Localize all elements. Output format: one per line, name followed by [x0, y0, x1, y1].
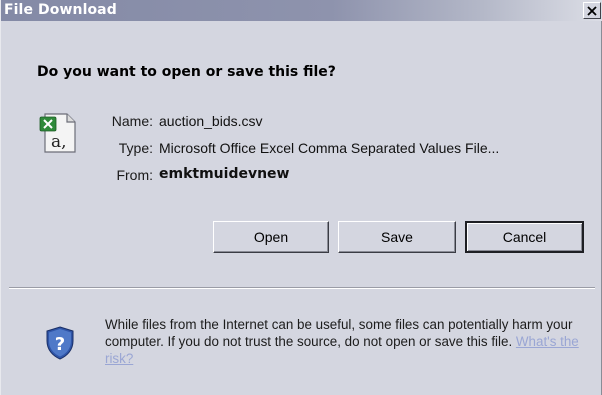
- type-label: Type:: [118, 140, 153, 156]
- divider: [9, 287, 595, 289]
- warning-message: While files from the Internet can be use…: [105, 317, 573, 349]
- excel-csv-file-icon: a,: [39, 113, 76, 153]
- close-icon: [587, 5, 597, 16]
- title-bar[interactable]: File Download: [1, 0, 602, 21]
- dialog-title: File Download: [4, 2, 117, 18]
- security-shield-icon: ?: [46, 326, 74, 360]
- file-source-value: emktmuidevnew: [159, 166, 290, 182]
- cancel-button[interactable]: Cancel: [465, 221, 584, 253]
- save-button[interactable]: Save: [338, 221, 456, 253]
- file-download-dialog: File Download Do you want to open or sav…: [0, 0, 602, 395]
- file-type-value: Microsoft Office Excel Comma Separated V…: [159, 140, 500, 156]
- svg-text:?: ?: [55, 334, 65, 355]
- from-label: From:: [116, 167, 153, 183]
- dialog-question: Do you want to open or save this file?: [37, 64, 336, 80]
- svg-text:a,: a,: [51, 132, 67, 152]
- close-button[interactable]: [583, 2, 601, 19]
- file-name-value: auction_bids.csv: [159, 113, 263, 129]
- security-warning: While files from the Internet can be use…: [105, 316, 595, 367]
- name-label: Name:: [111, 113, 153, 129]
- open-button[interactable]: Open: [213, 221, 329, 253]
